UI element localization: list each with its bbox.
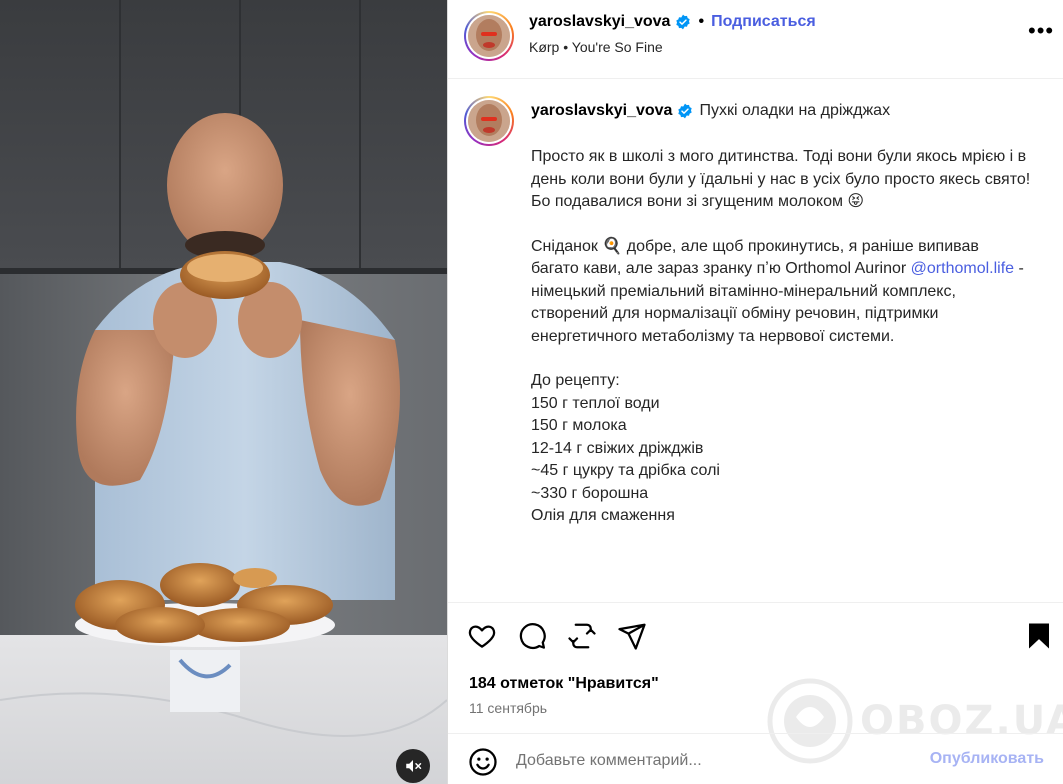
likes-count[interactable]: 184 отметок "Нравится" — [469, 675, 659, 693]
heart-icon[interactable] — [467, 621, 497, 651]
more-options-icon[interactable]: ••• — [1028, 20, 1054, 48]
publish-button[interactable]: Опубликовать — [930, 750, 1044, 768]
caption-text: Просто як в школі з мого дитинства. Тоді… — [531, 146, 1031, 550]
recipe-line: ~45 г цукру та дрібка солі — [531, 462, 720, 479]
volume-off-icon — [406, 760, 422, 772]
comment-icon[interactable] — [517, 621, 547, 651]
separator-dot: • — [563, 39, 572, 55]
recipe-line: 150 г молока — [531, 417, 627, 434]
recipe-line: 12-14 г свіжих дріжджів — [531, 439, 704, 457]
recipe-block: До рецепту: 150 г теплої води 150 г моло… — [531, 370, 1031, 528]
share-icon[interactable] — [617, 621, 647, 651]
comment-input[interactable] — [516, 748, 916, 774]
post-header: yaroslavskyi_vova • Подписаться Kørp • Y… — [448, 0, 1063, 79]
avatar-face-icon — [468, 15, 510, 57]
post-date[interactable]: 11 сентябрь — [469, 700, 547, 716]
post-photo — [0, 0, 447, 784]
caption-paragraph: Сніданок 🍳 добре, але щоб прокинутись, я… — [531, 236, 1031, 349]
post-panel: yaroslavskyi_vova • Подписаться Kørp • Y… — [447, 0, 1063, 784]
separator-dot: • — [698, 13, 705, 30]
audio-artist: Kørp — [529, 39, 560, 55]
mention-link[interactable]: @orthomol.life — [911, 260, 1014, 277]
recipe-heading: До рецепту: — [531, 372, 620, 389]
mute-button[interactable] — [396, 749, 430, 783]
verified-badge-icon — [678, 103, 693, 119]
audio-track: You're So Fine — [571, 39, 663, 55]
verified-badge-icon — [676, 14, 691, 30]
audio-attribution[interactable]: Kørp • You're So Fine — [529, 39, 663, 55]
avatar[interactable] — [464, 96, 514, 146]
comment-bar: Опубликовать — [448, 733, 1063, 784]
caption-paragraph: Просто як в школі з мого дитинства. Тоді… — [531, 148, 1031, 210]
caption-username[interactable]: yaroslavskyi_vova — [531, 102, 672, 120]
caption-area: yaroslavskyi_vova Пухкі оладки на дріждж… — [448, 80, 1063, 602]
post-media[interactable] — [0, 0, 447, 784]
caption-title: Пухкі оладки на дріжджах — [699, 102, 891, 119]
author-username[interactable]: yaroslavskyi_vova — [529, 13, 670, 31]
recipe-line: Олія для смаження — [531, 507, 675, 524]
emoji-icon[interactable] — [468, 747, 498, 777]
avatar[interactable] — [464, 11, 514, 61]
save-bookmark-icon[interactable] — [1024, 621, 1054, 651]
repost-icon[interactable] — [567, 621, 597, 651]
recipe-line: ~330 г борошна — [531, 484, 649, 502]
action-bar: 184 отметок "Нравится" 11 сентябрь OBOZ.… — [448, 602, 1063, 784]
avatar-face-icon — [468, 100, 510, 142]
recipe-line: 150 г теплої води — [531, 394, 660, 412]
follow-button[interactable]: Подписаться — [711, 13, 816, 31]
